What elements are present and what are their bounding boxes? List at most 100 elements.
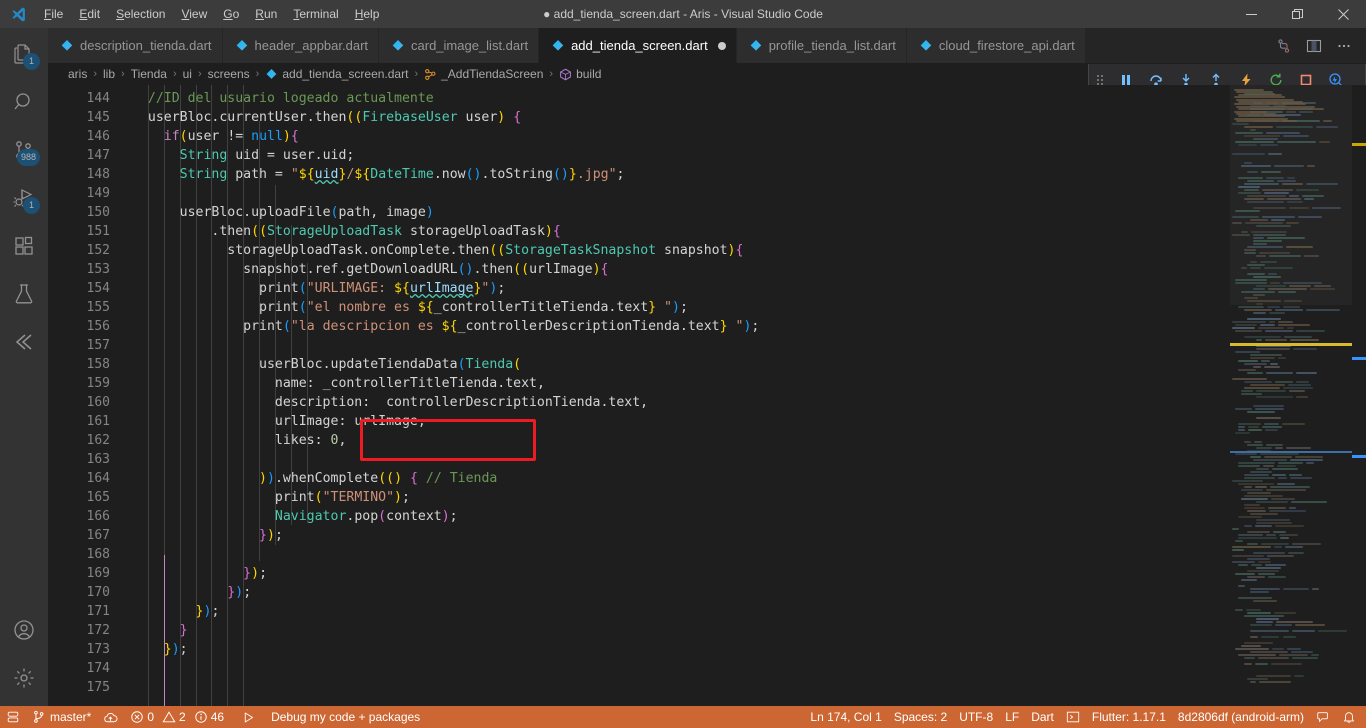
- tab-description_tienda[interactable]: description_tienda.dart: [48, 28, 223, 63]
- code-line[interactable]: urlImage: urlImage,: [132, 412, 426, 431]
- code-line[interactable]: });: [132, 583, 251, 602]
- open-terminal-button[interactable]: [1060, 706, 1086, 728]
- sidebar-item-flutter[interactable]: [0, 318, 48, 366]
- manage-settings-button[interactable]: [0, 654, 48, 702]
- device-selector-status[interactable]: 8d2806df (android-arm): [1172, 706, 1310, 728]
- eol-status[interactable]: LF: [999, 706, 1025, 728]
- minimap-line: [1238, 423, 1262, 425]
- menu-selection[interactable]: Selection: [108, 0, 173, 28]
- code-line[interactable]: }: [132, 621, 188, 640]
- indentation-status[interactable]: Spaces: 2: [888, 706, 953, 728]
- breadcrumb-separator-icon: ›: [172, 68, 177, 80]
- breadcrumb-item-method[interactable]: build: [559, 67, 601, 81]
- minimize-icon[interactable]: [1228, 0, 1274, 28]
- tab-dirty-indicator[interactable]: [717, 41, 726, 50]
- breadcrumb-item-tienda[interactable]: Tienda: [131, 67, 167, 81]
- code-line[interactable]: snapshot.ref.getDownloadURL().then((urlI…: [132, 260, 608, 279]
- sidebar-item-explorer[interactable]: 1: [0, 30, 48, 78]
- tab-header_appbar[interactable]: header_appbar.dart: [222, 28, 380, 63]
- code-token: String: [179, 167, 228, 182]
- git-branch-status[interactable]: master*: [26, 706, 97, 728]
- encoding-status[interactable]: UTF-8: [953, 706, 999, 728]
- sync-changes-button[interactable]: [97, 706, 124, 728]
- sidebar-item-testing[interactable]: [0, 270, 48, 318]
- menu-bar[interactable]: File Edit Selection View Go Run Terminal…: [36, 0, 387, 28]
- sidebar-item-extensions[interactable]: [0, 222, 48, 270]
- language-mode-status[interactable]: Dart: [1025, 706, 1060, 728]
- restore-icon[interactable]: [1274, 0, 1320, 28]
- breadcrumb-item-aris[interactable]: aris: [68, 67, 87, 81]
- minimap-line: [1294, 675, 1305, 677]
- sidebar-item-search[interactable]: [0, 78, 48, 126]
- tab-profile_tienda_list[interactable]: profile_tienda_list.dart: [736, 28, 907, 63]
- minimap[interactable]: [1230, 85, 1352, 706]
- code-line[interactable]: print("la descripcion es ${_controllerDe…: [132, 317, 759, 336]
- breadcrumb-item-screens[interactable]: screens: [208, 67, 250, 81]
- menu-terminal[interactable]: Terminal: [285, 0, 346, 28]
- code-line[interactable]: });: [132, 564, 267, 583]
- code-line[interactable]: });: [132, 640, 188, 659]
- menu-edit[interactable]: Edit: [71, 0, 108, 28]
- feedback-button[interactable]: [1310, 706, 1336, 728]
- minimap-line: [1250, 513, 1279, 515]
- accounts-button[interactable]: [0, 606, 48, 654]
- code-line[interactable]: print("TERMINO");: [132, 488, 410, 507]
- minimap-line: [1253, 366, 1261, 368]
- code-line[interactable]: .then((StorageUploadTask storageUploadTa…: [132, 222, 560, 241]
- code-line[interactable]: print("el nombre es ${_controllerTitleTi…: [132, 298, 688, 317]
- tab-card_image_list[interactable]: card_image_list.dart: [379, 28, 540, 63]
- run-button[interactable]: [236, 706, 261, 728]
- breadcrumb-item-file[interactable]: add_tienda_screen.dart: [265, 67, 408, 81]
- code-content[interactable]: //ID del usuario logeado actualmente use…: [132, 85, 1278, 706]
- code-line[interactable]: storageUploadTask.onComplete.then((Stora…: [132, 241, 743, 260]
- menu-run[interactable]: Run: [247, 0, 285, 28]
- code-line[interactable]: likes: 0,: [132, 431, 347, 450]
- minimap-line: [1256, 519, 1290, 521]
- code-editor[interactable]: 1431441451461471481491501511521531541551…: [48, 85, 1366, 706]
- code-token: uid: [227, 148, 267, 163]
- code-line[interactable]: print("URLIMAGE: ${urlImage}");: [132, 279, 505, 298]
- menu-file[interactable]: File: [36, 0, 71, 28]
- menu-help[interactable]: Help: [347, 0, 388, 28]
- split-editor-icon[interactable]: [1270, 32, 1298, 60]
- minimap-line: [1256, 285, 1287, 287]
- breadcrumb-item-ui[interactable]: ui: [183, 67, 192, 81]
- code-line[interactable]: userBloc.currentUser.then((FirebaseUser …: [132, 108, 521, 127]
- code-token: ): [171, 642, 180, 657]
- code-line[interactable]: });: [132, 602, 220, 621]
- code-line[interactable]: Navigator.pop(context);: [132, 507, 458, 526]
- code-line[interactable]: userBloc.uploadFile(path, image): [132, 203, 434, 222]
- code-line[interactable]: String uid = user.uid;: [132, 146, 355, 165]
- ellipsis-icon[interactable]: [1330, 32, 1358, 60]
- code-line[interactable]: name: _controllerTitleTienda.text,: [132, 374, 545, 393]
- code-line[interactable]: )).whenComplete(() { // Tienda: [132, 469, 497, 488]
- minimap-line: [1247, 612, 1272, 614]
- flutter-version-status[interactable]: Flutter: 1.17.1: [1086, 706, 1172, 728]
- layout-panel-icon[interactable]: [1300, 32, 1328, 60]
- minimap-line: [1247, 372, 1263, 374]
- menu-view[interactable]: View: [173, 0, 215, 28]
- launch-config-selector[interactable]: Debug my code + packages: [265, 706, 426, 728]
- breadcrumb-item-class[interactable]: _AddTiendaScreen: [424, 67, 543, 81]
- cursor-position-status[interactable]: Ln 174, Col 1: [804, 706, 887, 728]
- code-line[interactable]: String path = "${uid}/${DateTime.now().t…: [132, 165, 625, 184]
- code-line[interactable]: if(user != null){: [132, 127, 299, 146]
- close-icon[interactable]: [1320, 0, 1366, 28]
- breadcrumb-item-lib[interactable]: lib: [103, 67, 115, 81]
- tab-add_tienda_screen[interactable]: add_tienda_screen.dart: [539, 28, 737, 63]
- minimap-line: [1244, 336, 1282, 338]
- code-line[interactable]: description: controllerDescriptionTienda…: [132, 393, 648, 412]
- sidebar-item-run-and-debug[interactable]: 1: [0, 174, 48, 222]
- class-icon: [424, 68, 437, 81]
- code-line[interactable]: });: [132, 526, 283, 545]
- code-line[interactable]: //ID del usuario logeado actualmente: [132, 89, 434, 108]
- remote-indicator[interactable]: [0, 706, 26, 728]
- code-token: description: [132, 395, 363, 410]
- sidebar-item-source-control[interactable]: 988: [0, 126, 48, 174]
- notifications-button[interactable]: [1336, 706, 1366, 728]
- tab-cloud_firestore_api[interactable]: cloud_firestore_api.dart: [906, 28, 1086, 63]
- code-line[interactable]: userBloc.updateTiendaData(Tienda(: [132, 355, 521, 374]
- problems-status[interactable]: 0 2 46: [124, 706, 230, 728]
- editor-scrollbar[interactable]: [1352, 85, 1366, 706]
- menu-go[interactable]: Go: [215, 0, 247, 28]
